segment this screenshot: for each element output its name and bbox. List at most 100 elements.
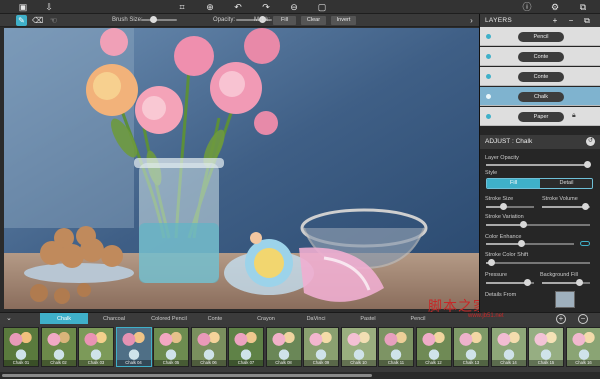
brush-preset-thumbnail[interactable]: Chalk 07 <box>228 327 264 367</box>
slider-knob[interactable] <box>584 161 591 168</box>
open-image-icon[interactable]: ▣ <box>18 2 28 12</box>
layer-opacity-label: Layer Opacity <box>485 155 519 161</box>
brush-preset-thumbnail[interactable]: Chalk 04 <box>115 327 152 367</box>
brush-preset-thumbnail[interactable]: Chalk 10 <box>340 327 377 367</box>
pressure-label: Pressure <box>485 272 508 278</box>
mask-label: Mask: <box>254 17 271 23</box>
remove-preset-icon[interactable]: − <box>578 314 588 324</box>
slider-knob[interactable] <box>488 259 495 266</box>
layer-opacity-slider[interactable] <box>486 161 591 168</box>
info-icon[interactable]: ⓘ <box>522 2 532 12</box>
brush-preset-thumbnail[interactable]: Chalk 12 <box>415 327 452 367</box>
thumbnail-caption: Chalk 04 <box>116 360 151 366</box>
brush-size-slider[interactable] <box>141 16 177 23</box>
thumbnail-caption: Chalk 14 <box>491 360 526 366</box>
color-enhance-slider[interactable] <box>486 240 574 247</box>
stroke-color-shift-slider[interactable] <box>486 259 590 266</box>
background-fill-slider[interactable] <box>542 279 590 286</box>
zoom-out-icon[interactable]: ⊖ <box>289 2 299 12</box>
brush-preset-thumbnail[interactable]: Chalk 02 <box>40 327 77 367</box>
brush-preset-thumbnail[interactable]: Chalk 03 <box>78 327 114 367</box>
thumbnail-scrollbar[interactable] <box>0 372 600 379</box>
lock-icon[interactable]: 🔒︎ <box>572 112 576 120</box>
details-source-thumbnail[interactable] <box>555 291 575 308</box>
layer-item-chalk[interactable]: Chalk <box>480 87 600 106</box>
layer-item-conte-2[interactable]: Conte <box>480 67 600 86</box>
brush-preset-thumbnail[interactable]: Chalk 09 <box>303 327 339 367</box>
slider-knob[interactable] <box>582 203 589 210</box>
fill-mask-button[interactable]: Fill <box>273 16 296 25</box>
layer-item-conte[interactable]: Conte <box>480 47 600 66</box>
duplicate-layer-icon[interactable]: ⧉ <box>582 15 592 26</box>
visibility-dot-icon[interactable] <box>486 74 491 79</box>
layer-name: Paper <box>518 112 564 122</box>
clear-mask-button[interactable]: Clear <box>301 16 326 25</box>
stroke-size-slider[interactable] <box>486 203 534 210</box>
stroke-volume-slider[interactable] <box>542 203 590 210</box>
brush-preset-thumbnail[interactable]: Chalk 01 <box>3 327 39 367</box>
opacity-label: Opacity: <box>213 17 236 23</box>
brush-preset-thumbnail[interactable]: Chalk 13 <box>453 327 489 367</box>
undo-icon[interactable]: ↶ <box>233 2 243 12</box>
thumbnail-caption: Chalk 08 <box>266 360 301 366</box>
brush-preset-thumbnail[interactable]: Chalk 14 <box>490 327 527 367</box>
fit-screen-icon[interactable]: ▢ <box>317 2 327 12</box>
remove-layer-icon[interactable]: − <box>566 15 576 26</box>
style-fill-option[interactable]: Fill <box>487 179 540 188</box>
thumbnail-caption: Chalk 10 <box>341 360 376 366</box>
zoom-in-icon[interactable]: ⊕ <box>205 2 215 12</box>
settings-icon[interactable]: ⚙ <box>550 2 560 12</box>
layer-item-pencil[interactable]: Pencil <box>480 27 600 46</box>
save-icon[interactable]: ⇩ <box>44 2 54 12</box>
pressure-slider[interactable] <box>486 279 534 286</box>
brush-preset-thumbnail[interactable]: Chalk 08 <box>265 327 302 367</box>
add-preset-icon[interactable]: + <box>556 314 566 324</box>
stroke-volume-label: Stroke Volume <box>542 196 578 202</box>
stroke-variation-label: Stroke Variation <box>485 214 524 220</box>
watermark-url: www.jb51.net <box>468 313 504 319</box>
export-icon[interactable]: ⧉ <box>578 2 588 12</box>
style-detail-option[interactable]: Detail <box>540 179 592 188</box>
reset-icon[interactable]: ↺ <box>586 137 595 146</box>
visibility-dot-icon[interactable] <box>486 94 491 99</box>
invert-mask-button[interactable]: Invert <box>331 16 356 25</box>
redo-icon[interactable]: ↷ <box>261 2 271 12</box>
add-layer-icon[interactable]: + <box>550 15 560 26</box>
brush-size-knob[interactable] <box>150 16 157 23</box>
thumbnail-caption: Chalk 01 <box>4 360 38 366</box>
visibility-dot-icon[interactable] <box>486 114 491 119</box>
slider-knob[interactable] <box>500 203 507 210</box>
smudge-icon[interactable]: ☜ <box>48 15 59 26</box>
details-from-label: Details From <box>485 292 517 298</box>
visibility-dot-icon[interactable] <box>486 54 491 59</box>
thumbnail-caption: Chalk 06 <box>191 360 226 366</box>
layers-title: LAYERS <box>485 17 512 24</box>
brush-toolbar: ✎ ⌫ ☜ Brush Size: Opacity: Mask: Fill Cl… <box>0 14 479 27</box>
thumbnail-caption: Chalk 07 <box>229 360 263 366</box>
brush-preset-thumbnail[interactable]: Chalk 05 <box>153 327 189 367</box>
visibility-dot-icon[interactable] <box>486 34 491 39</box>
thumbnail-caption: Chalk 03 <box>79 360 113 366</box>
scrollbar-thumb[interactable] <box>2 374 372 377</box>
thumbnail-caption: Chalk 11 <box>379 360 413 366</box>
brush-preset-thumbnail[interactable]: Chalk 11 <box>378 327 414 367</box>
top-toolbar: ▣ ⇩ ⌗ ⊕ ↶ ↷ ⊖ ▢ ⓘ ⚙ ⧉ <box>0 0 600 14</box>
brush-preset-thumbnail[interactable]: Chalk 06 <box>190 327 227 367</box>
brush-preset-thumbnail[interactable]: Chalk 16 <box>565 327 600 367</box>
eraser-icon[interactable]: ⌫ <box>32 15 43 26</box>
thumbnail-caption: Chalk 12 <box>416 360 451 366</box>
slider-knob[interactable] <box>518 240 525 247</box>
color-enhance-toggle[interactable] <box>580 241 590 246</box>
image-canvas[interactable] <box>4 28 479 309</box>
stroke-variation-slider[interactable] <box>486 221 590 228</box>
layer-item-paper[interactable]: Paper 🔒︎ <box>480 107 600 126</box>
layer-name: Conte <box>518 72 564 82</box>
slider-knob[interactable] <box>576 279 583 286</box>
brush-preset-thumbnail[interactable]: Chalk 15 <box>528 327 564 367</box>
crop-icon[interactable]: ⌗ <box>177 2 187 12</box>
slider-knob[interactable] <box>520 221 527 228</box>
brush-icon[interactable]: ✎ <box>16 15 27 26</box>
slider-knob[interactable] <box>524 279 531 286</box>
collapse-panel-icon[interactable]: › <box>466 15 477 26</box>
brush-size-label: Brush Size: <box>112 17 143 23</box>
